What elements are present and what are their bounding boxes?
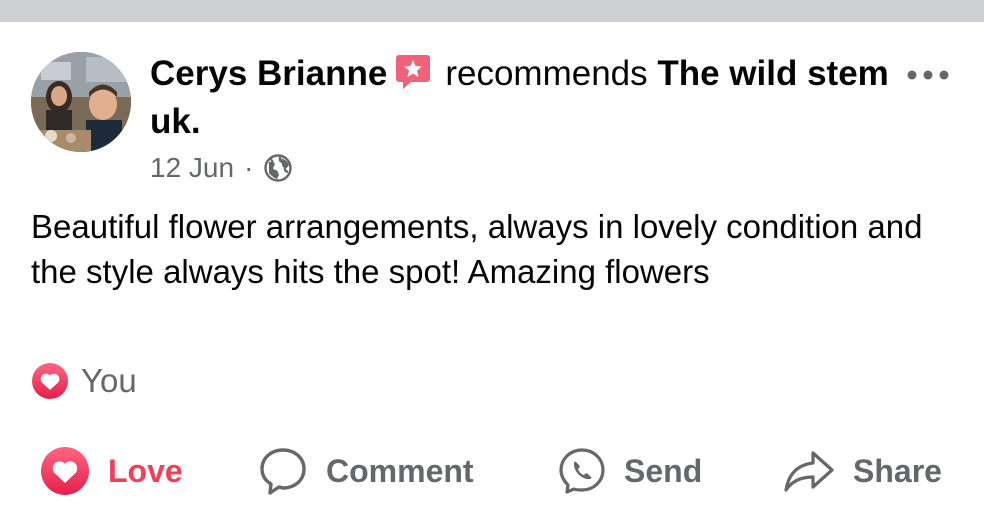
more-options-button[interactable] (905, 62, 951, 88)
reactions-label: You (81, 362, 137, 399)
share-label: Share (853, 452, 942, 489)
star-speech-bubble-icon (395, 53, 431, 91)
globe-icon (264, 154, 293, 182)
heart-icon (41, 447, 89, 495)
send-label: Send (624, 452, 703, 489)
heart-icon (32, 363, 68, 399)
post-text: Beautiful flower arrangements, always in… (31, 208, 923, 290)
post-meta: 12 Jun · (150, 150, 293, 186)
share-button[interactable]: Share (783, 440, 942, 502)
comment-button[interactable]: Comment (258, 440, 474, 502)
avatar-photo (31, 52, 131, 152)
top-divider (0, 0, 984, 22)
recommends-label: recommends (445, 54, 648, 93)
author-name[interactable]: Cerys Brianne (150, 54, 387, 93)
reactions-summary[interactable]: You (31, 362, 137, 400)
avatar[interactable] (31, 52, 131, 152)
love-button[interactable]: Love (40, 440, 183, 502)
post-actions-bar: Love Comment Send Share (0, 440, 984, 502)
more-dots-icon (907, 70, 949, 80)
share-arrow-icon (784, 451, 834, 492)
comment-label: Comment (326, 452, 474, 489)
love-label: Love (108, 452, 183, 489)
post-header: Cerys Brianne recommends The wild stem u… (150, 50, 890, 146)
comment-bubble-icon (260, 448, 306, 495)
meta-separator: · (244, 152, 254, 183)
send-button[interactable]: Send (558, 440, 702, 502)
post-date[interactable]: 12 Jun (150, 152, 234, 184)
messenger-icon (559, 448, 605, 494)
